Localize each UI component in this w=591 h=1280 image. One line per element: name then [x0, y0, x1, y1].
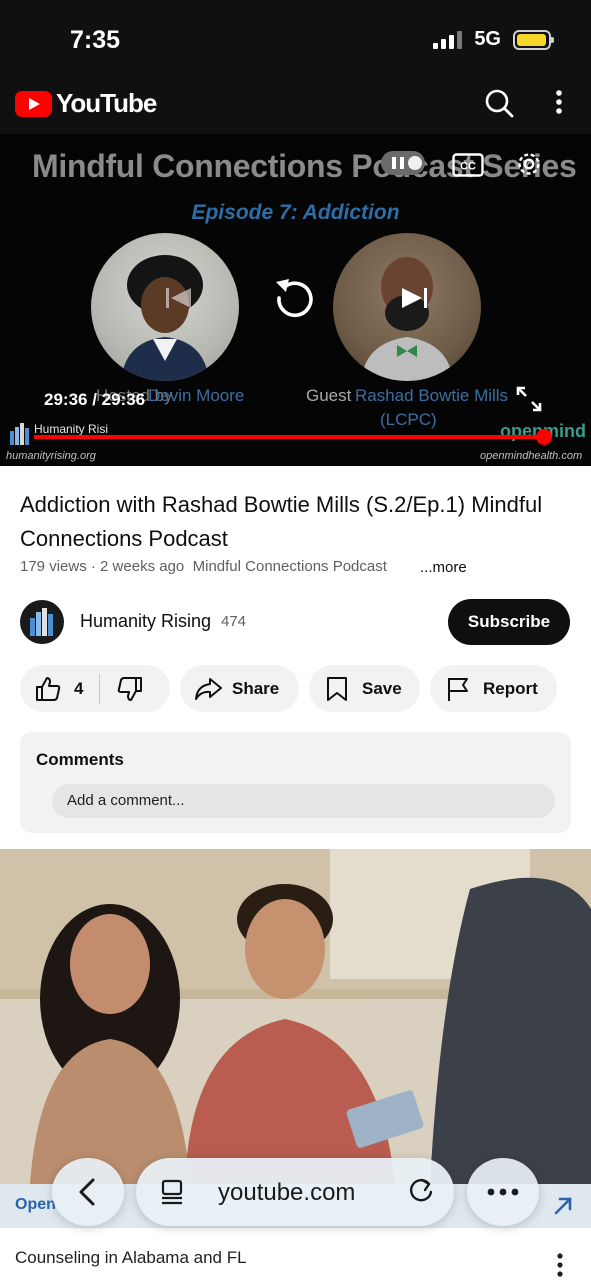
fullscreen-icon[interactable] [516, 386, 542, 412]
add-comment-field[interactable]: Add a comment... [52, 784, 555, 818]
view-count: 179 views [20, 558, 87, 575]
youtube-logo[interactable]: YouTube [15, 88, 157, 119]
bookmark-icon [327, 676, 347, 701]
guest-credentials: (LCPC) [380, 410, 437, 429]
share-icon [195, 677, 222, 700]
flag-icon [448, 677, 468, 701]
external-link-arrow-icon[interactable] [552, 1195, 574, 1217]
youtube-logo-text: YouTube [56, 88, 157, 118]
ad-title[interactable]: Counseling in Alabama and FL [15, 1248, 247, 1268]
upload-age: 2 weeks ago [100, 558, 185, 575]
ad-image[interactable] [0, 849, 591, 1184]
status-indicators: 5G [433, 28, 554, 51]
app-header: YouTube [0, 78, 591, 134]
comments-title: Comments [36, 750, 124, 769]
closed-captions-icon[interactable]: CC [452, 153, 484, 177]
comments-section[interactable]: Comments Add a comment... [20, 732, 571, 833]
share-button[interactable]: Share [180, 665, 299, 712]
battery-icon [513, 29, 554, 50]
video-progress-fill [34, 435, 544, 439]
more-vertical-icon[interactable] [548, 88, 570, 118]
guest-name: Rashad Bowtie Mills [355, 386, 509, 405]
search-icon[interactable] [482, 86, 516, 120]
address-bar[interactable]: youtube.com [136, 1158, 454, 1226]
like-count: 4 [74, 678, 84, 698]
thumbs-down-icon [118, 676, 143, 701]
subscribe-button[interactable]: Subscribe [448, 599, 570, 645]
video-meta[interactable]: 179 views · 2 weeks ago Mindful Connecti… [20, 558, 397, 575]
url-text: youtube.com [218, 1179, 356, 1206]
browser-back-button[interactable] [52, 1158, 124, 1226]
guest-label: Guest [306, 386, 352, 405]
video-scrubber-handle[interactable] [536, 429, 552, 445]
browser-more-button[interactable] [467, 1158, 539, 1226]
video-player[interactable]: Mindful Connections Podcast Series Episo… [0, 134, 591, 466]
save-label: Save [362, 678, 402, 698]
video-overlay-title: Mindful Connections Podcast Series [32, 148, 577, 184]
back-chevron-icon [79, 1178, 95, 1206]
reader-mode-icon[interactable] [158, 1178, 186, 1206]
video-progress-bar[interactable] [34, 429, 552, 445]
network-type: 5G [474, 28, 501, 50]
video-title[interactable]: Addiction with Rashad Bowtie Mills (S.2/… [20, 488, 560, 556]
report-button[interactable]: Report [430, 665, 557, 712]
thumbs-up-icon [36, 676, 61, 701]
previous-icon[interactable] [163, 284, 195, 312]
cellular-signal-icon [433, 30, 463, 49]
ad-more-vertical-icon[interactable] [550, 1252, 570, 1280]
like-button[interactable]: 4 [20, 675, 83, 703]
host-name: Devin Moore [148, 386, 245, 405]
meta-channel-link: Mindful Connections Podcast [192, 558, 387, 575]
channel-avatar[interactable] [20, 600, 64, 644]
save-button[interactable]: Save [309, 665, 420, 712]
channel-name[interactable]: Humanity Rising [80, 611, 211, 632]
report-label: Report [483, 678, 538, 698]
video-timecode: 29:36 / 29:36 [44, 390, 146, 409]
status-bar: 7:35 5G [0, 0, 591, 78]
replay-icon[interactable] [272, 275, 318, 321]
humanity-rising-watermark-text: Humanity Rising [34, 422, 108, 436]
settings-gear-icon[interactable] [514, 149, 544, 179]
pause-icon[interactable] [381, 151, 425, 175]
video-episode-label: Episode 7: Addiction [191, 201, 400, 224]
share-label: Share [232, 678, 280, 698]
watermark-right-url: openmindhealth.com [480, 450, 583, 462]
ad-brand[interactable]: Open [15, 1196, 56, 1214]
dislike-button[interactable] [100, 675, 144, 703]
like-dislike-group: 4 [20, 665, 170, 712]
description-more-link[interactable]: ...more [420, 559, 467, 576]
watermark-left-url: humanityrising.org [6, 450, 96, 462]
reload-icon[interactable] [406, 1176, 436, 1206]
status-time: 7:35 [70, 26, 121, 54]
next-icon[interactable] [398, 284, 430, 312]
svg-text:CC: CC [460, 161, 476, 173]
subscriber-count: 474 [221, 613, 247, 630]
youtube-play-logo-icon [15, 90, 52, 117]
more-horizontal-icon [487, 1188, 519, 1196]
